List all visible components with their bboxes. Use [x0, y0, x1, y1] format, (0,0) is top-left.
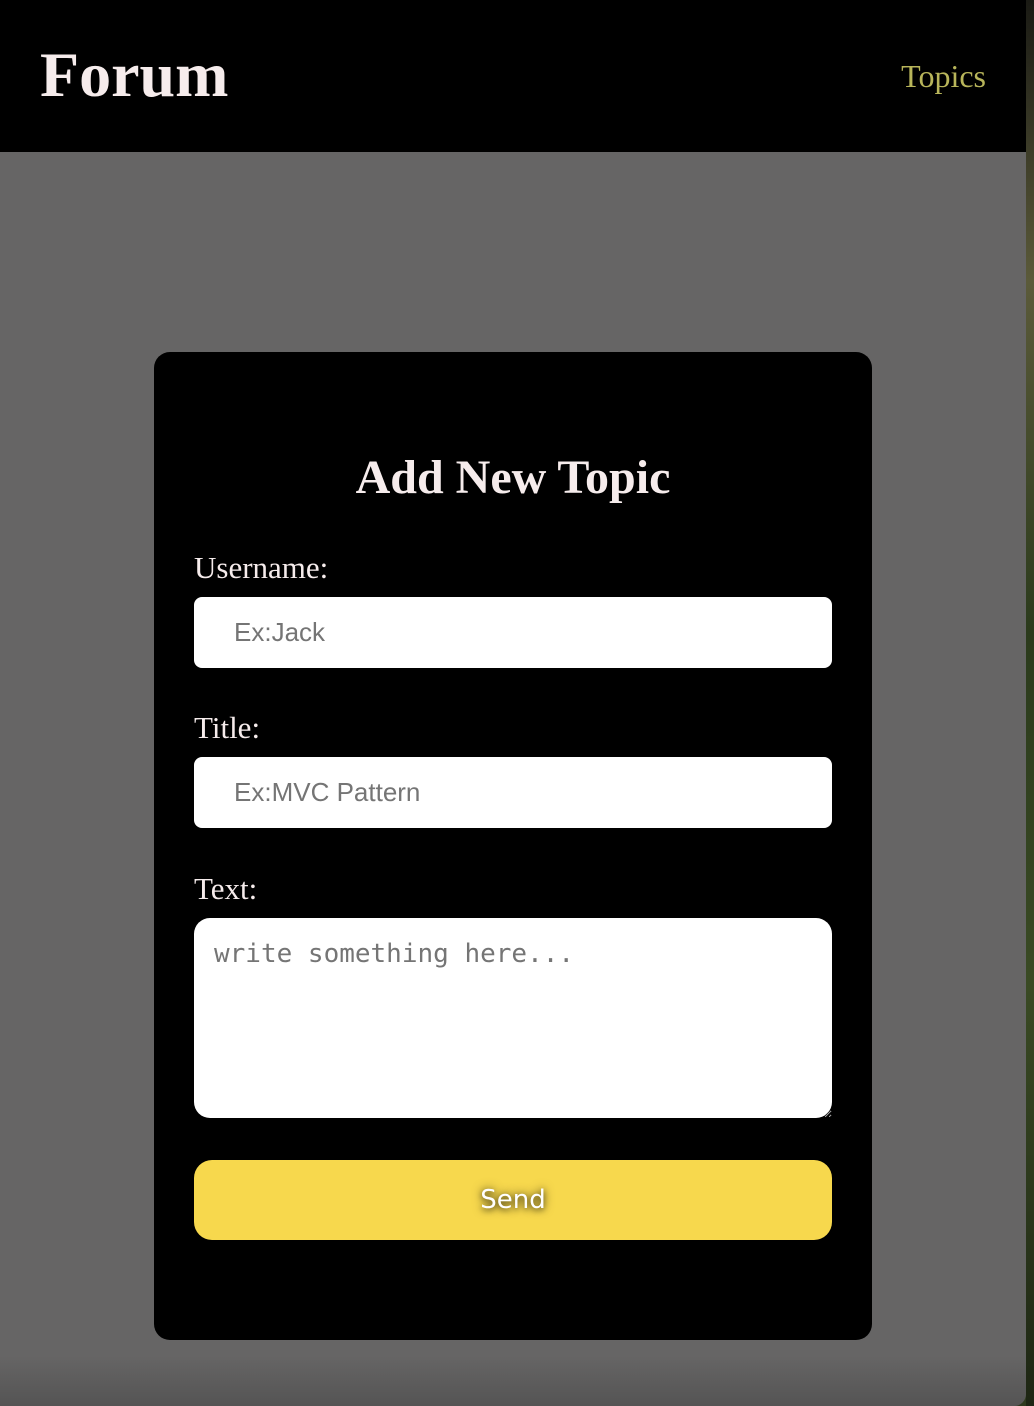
bottom-shade — [0, 1356, 1026, 1406]
page: Forum Topics Add New Topic Username: Tit… — [0, 0, 1026, 1406]
text-textarea[interactable] — [194, 918, 832, 1118]
nav-link-topics[interactable]: Topics — [901, 56, 986, 96]
site-header: Forum Topics — [0, 0, 1026, 152]
text-label: Text: — [194, 871, 258, 906]
username-input[interactable] — [194, 597, 832, 668]
username-label: Username: — [194, 550, 329, 585]
send-button[interactable]: Send — [194, 1160, 832, 1240]
add-topic-form: Add New Topic Username: Title: Text: Sen… — [154, 352, 872, 1340]
title-label: Title: — [194, 710, 261, 745]
form-title: Add New Topic — [355, 451, 671, 504]
site-logo[interactable]: Forum — [40, 36, 228, 114]
background-edge — [1026, 0, 1034, 1406]
title-input[interactable] — [194, 757, 832, 828]
